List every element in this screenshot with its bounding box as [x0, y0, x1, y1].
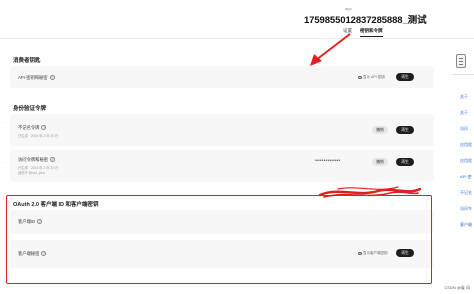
section-title-auth-tokens: 身份验证令牌	[13, 106, 47, 112]
show-api-key-text: 显示 API 密钥	[363, 75, 385, 79]
section-title-consumer-keys: 消费者钥匙	[13, 58, 41, 64]
access-token-meta-user: 适用于 @xxx_plus	[18, 171, 45, 175]
help-icon[interactable]: ?	[50, 157, 56, 163]
eye-icon	[358, 75, 362, 79]
right-panel-link[interactable]: 关于	[460, 110, 468, 116]
access-token-card: 访问令牌和秘密? 已生成 · 2024 年 2 月 20 日 适用于 @xxx_…	[10, 150, 434, 182]
app-type-label: app	[345, 6, 352, 11]
gutter-mark: ⌄	[1, 120, 4, 124]
access-token-masked: ••••••••••••	[315, 158, 341, 164]
watermark: CSDN @雀 风	[444, 285, 470, 290]
api-key-card: API 密钥和秘密? 显示 API 密钥 再生	[10, 66, 434, 88]
bearer-token-meta: 已生成 · 2024 年 2 月 20 日	[18, 134, 59, 138]
access-token-label-text: 访问令牌和秘密	[18, 157, 49, 162]
access-token-label: 访问令牌和秘密?	[18, 157, 56, 163]
app-title: 1759855012837285888_测试	[304, 15, 427, 26]
right-panel: 关于 关于 访问 应用程 应用程 API 使 不记名 访问令 客户端	[452, 44, 474, 294]
bearer-token-card: 不记名令牌? 已生成 · 2024 年 2 月 20 日 撤销 再生	[10, 114, 434, 146]
right-panel-link[interactable]: API 使	[460, 174, 472, 180]
right-panel-link[interactable]: 访问令	[460, 206, 472, 212]
redaction-scribble	[318, 186, 422, 198]
right-panel-divider	[452, 74, 474, 75]
revoke-bearer-button[interactable]: 撤销	[372, 126, 388, 134]
right-panel-link[interactable]: 客户端	[460, 222, 472, 228]
revoke-access-button[interactable]: 撤销	[372, 158, 388, 166]
highlight-box	[6, 195, 432, 284]
bearer-token-label: 不记名令牌?	[18, 125, 47, 131]
gutter-mark: ⌄	[1, 160, 4, 164]
api-key-label-text: API 密钥和秘密	[18, 75, 48, 80]
api-key-label: API 密钥和秘密?	[18, 75, 55, 81]
right-panel-link[interactable]: 不记名	[460, 190, 472, 196]
regenerate-bearer-button[interactable]: 再生	[396, 126, 414, 134]
tab-keys-and-tokens[interactable]: 密钥和令牌	[360, 28, 383, 37]
regenerate-api-key-button[interactable]: 再生	[396, 73, 414, 81]
right-panel-link[interactable]: 应用程	[460, 158, 472, 164]
header-divider	[0, 38, 474, 39]
bearer-token-label-text: 不记名令牌	[18, 125, 40, 130]
right-panel-link[interactable]: 关于	[460, 94, 468, 100]
right-panel-link[interactable]: 应用程	[460, 142, 472, 148]
regenerate-access-button[interactable]: 再生	[396, 158, 414, 166]
right-panel-link[interactable]: 访问	[460, 126, 468, 132]
help-icon[interactable]: ?	[41, 125, 47, 131]
show-api-key-link[interactable]: 显示 API 密钥	[358, 75, 385, 80]
document-icon[interactable]	[456, 54, 466, 68]
help-icon[interactable]: ?	[49, 75, 55, 81]
